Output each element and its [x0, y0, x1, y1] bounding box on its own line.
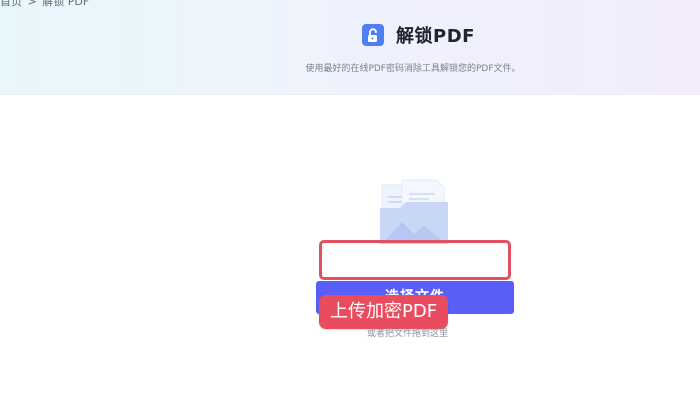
annotation-label: 上传加密PDF [319, 295, 449, 329]
breadcrumb: 首页 > 解锁 PDF [0, 0, 89, 9]
drop-zone-hint: 或者把文件拖到这里 [367, 329, 449, 339]
breadcrumb-home-link[interactable]: 首页 [0, 0, 22, 8]
annotation-highlight-box [319, 240, 511, 280]
page-subtitle: 使用最好的在线PDF密码消除工具解锁您的PDF文件。 [305, 64, 521, 74]
page-header: 首页 > 解锁 PDF 解锁PDF 使用最好的在线PDF密码消除工具解锁您的PD… [0, 0, 700, 95]
breadcrumb-current: 解锁 PDF [42, 0, 90, 8]
unlock-icon [362, 24, 384, 46]
page-title: 解锁PDF [396, 26, 475, 47]
title-row: 解锁PDF [362, 22, 475, 48]
breadcrumb-separator: > [27, 0, 37, 8]
unlock-pdf-page: 首页 > 解锁 PDF 解锁PDF 使用最好的在线PDF密码消除工具解锁您的PD… [0, 0, 700, 395]
